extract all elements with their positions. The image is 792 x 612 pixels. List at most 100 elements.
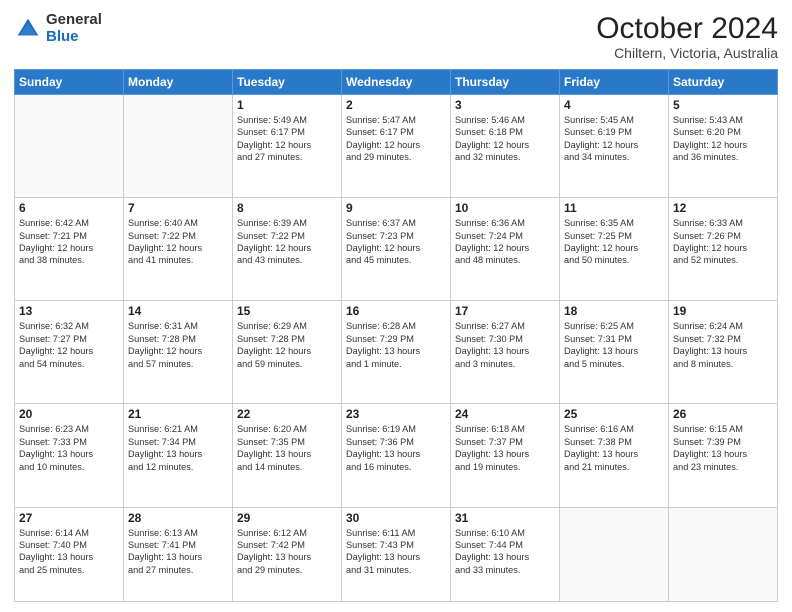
day-info: Sunrise: 6:21 AM Sunset: 7:34 PM Dayligh… [128,423,228,473]
logo-icon [14,15,42,43]
day-number: 31 [455,511,555,525]
weekday-header-row: Sunday Monday Tuesday Wednesday Thursday… [15,70,778,95]
day-cell: 28 Sunrise: 6:13 AM Sunset: 7:41 PM Dayli… [124,507,233,601]
day-info: Sunrise: 6:24 AM Sunset: 7:32 PM Dayligh… [673,320,773,370]
day-cell: 11 Sunrise: 6:35 AM Sunset: 7:25 PM Dayli… [560,198,669,301]
day-cell: 2 Sunrise: 5:47 AM Sunset: 6:17 PM Daylig… [342,95,451,198]
day-cell: 5Sunrise: 5:43 AM Sunset: 6:20 PM Daylig… [669,95,778,198]
day-cell [560,507,669,601]
day-info: Sunrise: 6:19 AM Sunset: 7:36 PM Dayligh… [346,423,446,473]
day-number: 18 [564,304,664,318]
day-number: 17 [455,304,555,318]
day-number: 12 [673,201,773,215]
day-number: 30 [346,511,446,525]
day-number: 2 [346,98,446,112]
day-info: Sunrise: 5:43 AM Sunset: 6:20 PM Dayligh… [673,114,773,164]
day-info: Sunrise: 6:16 AM Sunset: 7:38 PM Dayligh… [564,423,664,473]
title-block: October 2024 Chiltern, Victoria, Austral… [596,12,778,61]
week-row-3: 13 Sunrise: 6:32 AM Sunset: 7:27 PM Dayli… [15,301,778,404]
day-info: Sunrise: 6:11 AM Sunset: 7:43 PM Dayligh… [346,527,446,577]
day-cell: 15 Sunrise: 6:29 AM Sunset: 7:28 PM Dayli… [233,301,342,404]
day-number: 16 [346,304,446,318]
day-number: 10 [455,201,555,215]
day-info: Sunrise: 6:15 AM Sunset: 7:39 PM Dayligh… [673,423,773,473]
day-cell: 21 Sunrise: 6:21 AM Sunset: 7:34 PM Dayli… [124,404,233,507]
day-info: Sunrise: 6:20 AM Sunset: 7:35 PM Dayligh… [237,423,337,473]
day-number: 9 [346,201,446,215]
day-cell: 18 Sunrise: 6:25 AM Sunset: 7:31 PM Dayli… [560,301,669,404]
day-info: Sunrise: 6:27 AM Sunset: 7:30 PM Dayligh… [455,320,555,370]
header-tuesday: Tuesday [233,70,342,95]
day-info: Sunrise: 6:42 AM Sunset: 7:21 PM Dayligh… [19,217,119,267]
day-cell: 19 Sunrise: 6:24 AM Sunset: 7:32 PM Dayli… [669,301,778,404]
day-cell: 10Sunrise: 6:36 AM Sunset: 7:24 PM Dayli… [451,198,560,301]
day-number: 28 [128,511,228,525]
day-cell: 20 Sunrise: 6:23 AM Sunset: 7:33 PM Dayli… [15,404,124,507]
day-number: 7 [128,201,228,215]
day-number: 8 [237,201,337,215]
day-cell: 16 Sunrise: 6:28 AM Sunset: 7:29 PM Dayli… [342,301,451,404]
day-cell: 6 Sunrise: 6:42 AM Sunset: 7:21 PM Daylig… [15,198,124,301]
header-thursday: Thursday [451,70,560,95]
day-number: 3 [455,98,555,112]
day-info: Sunrise: 6:28 AM Sunset: 7:29 PM Dayligh… [346,320,446,370]
day-cell [15,95,124,198]
day-number: 25 [564,407,664,421]
day-info: Sunrise: 6:25 AM Sunset: 7:31 PM Dayligh… [564,320,664,370]
day-cell: 22 Sunrise: 6:20 AM Sunset: 7:35 PM Dayli… [233,404,342,507]
logo: General Blue [14,12,102,45]
month-title: October 2024 [596,12,778,45]
header-wednesday: Wednesday [342,70,451,95]
day-info: Sunrise: 5:46 AM Sunset: 6:18 PM Dayligh… [455,114,555,164]
day-info: Sunrise: 6:29 AM Sunset: 7:28 PM Dayligh… [237,320,337,370]
header-friday: Friday [560,70,669,95]
day-info: Sunrise: 6:40 AM Sunset: 7:22 PM Dayligh… [128,217,228,267]
day-number: 20 [19,407,119,421]
header: General Blue October 2024 Chiltern, Vict… [14,12,778,61]
day-number: 11 [564,201,664,215]
subtitle: Chiltern, Victoria, Australia [596,45,778,61]
day-cell: 14 Sunrise: 6:31 AM Sunset: 7:28 PM Dayli… [124,301,233,404]
day-number: 15 [237,304,337,318]
day-cell [669,507,778,601]
day-info: Sunrise: 5:47 AM Sunset: 6:17 PM Dayligh… [346,114,446,164]
day-cell: 1 Sunrise: 5:49 AM Sunset: 6:17 PM Daylig… [233,95,342,198]
day-info: Sunrise: 6:12 AM Sunset: 7:42 PM Dayligh… [237,527,337,577]
header-sunday: Sunday [15,70,124,95]
day-cell: 23Sunrise: 6:19 AM Sunset: 7:36 PM Dayli… [342,404,451,507]
day-number: 22 [237,407,337,421]
day-info: Sunrise: 6:18 AM Sunset: 7:37 PM Dayligh… [455,423,555,473]
day-info: Sunrise: 6:33 AM Sunset: 7:26 PM Dayligh… [673,217,773,267]
day-number: 19 [673,304,773,318]
day-info: Sunrise: 6:10 AM Sunset: 7:44 PM Dayligh… [455,527,555,577]
day-number: 4 [564,98,664,112]
week-row-1: 1 Sunrise: 5:49 AM Sunset: 6:17 PM Daylig… [15,95,778,198]
logo-text: General Blue [46,12,102,45]
day-cell: 7 Sunrise: 6:40 AM Sunset: 7:22 PM Daylig… [124,198,233,301]
day-cell: 30 Sunrise: 6:11 AM Sunset: 7:43 PM Dayli… [342,507,451,601]
day-cell: 3 Sunrise: 5:46 AM Sunset: 6:18 PM Daylig… [451,95,560,198]
day-info: Sunrise: 6:32 AM Sunset: 7:27 PM Dayligh… [19,320,119,370]
day-cell [124,95,233,198]
day-info: Sunrise: 5:49 AM Sunset: 6:17 PM Dayligh… [237,114,337,164]
day-cell: 27Sunrise: 6:14 AM Sunset: 7:40 PM Dayli… [15,507,124,601]
week-row-4: 20 Sunrise: 6:23 AM Sunset: 7:33 PM Dayli… [15,404,778,507]
day-number: 1 [237,98,337,112]
page: General Blue October 2024 Chiltern, Vict… [0,0,792,612]
day-info: Sunrise: 5:45 AM Sunset: 6:19 PM Dayligh… [564,114,664,164]
day-number: 21 [128,407,228,421]
day-info: Sunrise: 6:39 AM Sunset: 7:22 PM Dayligh… [237,217,337,267]
day-cell: 8 Sunrise: 6:39 AM Sunset: 7:22 PM Daylig… [233,198,342,301]
day-info: Sunrise: 6:13 AM Sunset: 7:41 PM Dayligh… [128,527,228,577]
day-number: 26 [673,407,773,421]
day-number: 14 [128,304,228,318]
day-number: 13 [19,304,119,318]
day-number: 6 [19,201,119,215]
day-info: Sunrise: 6:35 AM Sunset: 7:25 PM Dayligh… [564,217,664,267]
day-info: Sunrise: 6:31 AM Sunset: 7:28 PM Dayligh… [128,320,228,370]
day-info: Sunrise: 6:23 AM Sunset: 7:33 PM Dayligh… [19,423,119,473]
day-cell: 31 Sunrise: 6:10 AM Sunset: 7:44 PM Dayli… [451,507,560,601]
day-cell: 26 Sunrise: 6:15 AM Sunset: 7:39 PM Dayli… [669,404,778,507]
day-cell: 9Sunrise: 6:37 AM Sunset: 7:23 PM Daylig… [342,198,451,301]
day-number: 24 [455,407,555,421]
